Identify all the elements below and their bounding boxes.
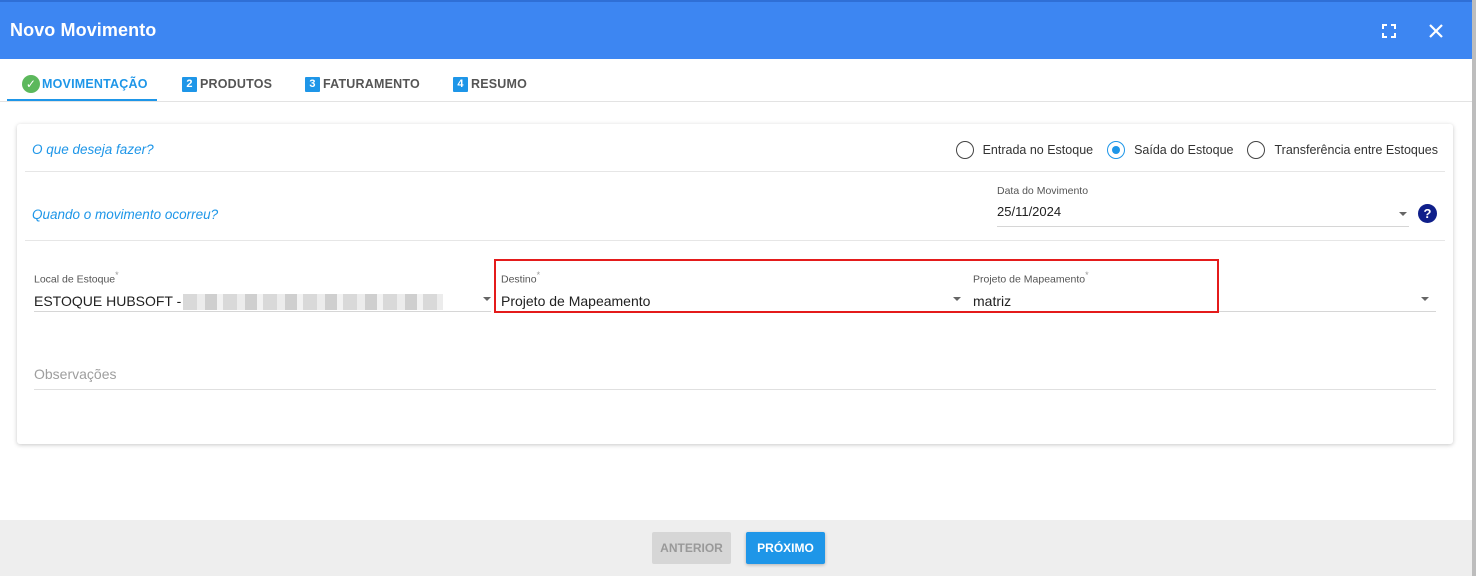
tab-label: PRODUTOS — [200, 77, 273, 91]
field-underline — [34, 389, 1436, 390]
local-estoque-label: Local de Estoque* — [34, 270, 491, 286]
tab-label: FATURAMENTO — [323, 77, 420, 91]
observacoes-field[interactable]: Observações — [34, 366, 1436, 390]
local-estoque-label-text: Local de Estoque — [34, 273, 116, 286]
radio-circle-icon — [1247, 141, 1266, 159]
radio-transferencia[interactable]: Transferência entre Estoques — [1247, 141, 1438, 159]
local-estoque-select[interactable]: Local de Estoque* ESTOQUE HUBSOFT - — [34, 270, 491, 312]
dialog-footer: ANTERIOR PRÓXIMO — [0, 520, 1472, 576]
date-label: Data do Movimento — [997, 185, 1089, 197]
field-underline — [997, 226, 1409, 227]
divider — [25, 240, 1445, 241]
tab-label: RESUMO — [471, 77, 528, 91]
help-icon[interactable]: ? — [1418, 204, 1437, 223]
scrollbar-track — [1472, 0, 1476, 576]
radio-entrada[interactable]: Entrada no Estoque — [955, 141, 1094, 159]
redacted-text — [183, 293, 444, 310]
tab-label: MOVIMENTAÇÃO — [42, 77, 148, 91]
radio-selected-icon — [1107, 141, 1126, 159]
movement-type-radio-group: Entrada no Estoque Saída do Estoque Tran… — [942, 141, 1438, 159]
required-mark: * — [115, 270, 119, 280]
active-tab-indicator — [7, 99, 157, 101]
tab-movimentacao[interactable]: ✓ MOVIMENTAÇÃO — [22, 73, 148, 95]
step-number: 3 — [305, 76, 320, 92]
close-icon[interactable] — [1423, 18, 1449, 44]
check-circle-icon: ✓ — [22, 75, 40, 93]
dialog-title: Novo Movimento — [10, 20, 157, 40]
step-number: 2 — [182, 76, 197, 92]
radio-saida[interactable]: Saída do Estoque — [1107, 141, 1233, 159]
chevron-down-icon — [483, 297, 491, 301]
fullscreen-icon[interactable] — [1376, 18, 1402, 44]
observacoes-placeholder: Observações — [34, 366, 117, 382]
tab-faturamento[interactable]: 3 FATURAMENTO — [305, 73, 420, 95]
step-number: 4 — [453, 76, 468, 92]
date-field[interactable]: Data do Movimento 25/11/2024 — [997, 185, 1409, 227]
radio-label: Transferência entre Estoques — [1274, 143, 1438, 157]
tab-resumo[interactable]: 4 RESUMO — [453, 73, 527, 95]
next-button[interactable]: PRÓXIMO — [746, 532, 825, 564]
field-underline — [34, 311, 491, 312]
chevron-down-icon — [1399, 212, 1407, 216]
dialog-header: Novo Movimento — [0, 0, 1476, 59]
wizard-tabs: ✓ MOVIMENTAÇÃO 2 PRODUTOS 3 FATURAMENTO … — [0, 59, 1472, 102]
question-what: O que deseja fazer? — [32, 142, 154, 157]
question-when: Quando o movimento ocorreu? — [32, 207, 219, 222]
date-value: 25/11/2024 — [997, 204, 1062, 219]
chevron-down-icon — [1421, 297, 1429, 301]
divider — [25, 171, 1445, 172]
highlight-box — [494, 259, 1219, 313]
radio-label: Entrada no Estoque — [982, 143, 1094, 157]
tab-produtos[interactable]: 2 PRODUTOS — [182, 73, 272, 95]
previous-button[interactable]: ANTERIOR — [652, 532, 731, 564]
radio-label: Saída do Estoque — [1134, 143, 1234, 157]
local-estoque-value: ESTOQUE HUBSOFT - — [34, 292, 182, 309]
local-estoque-value-wrap: ESTOQUE HUBSOFT - — [34, 293, 491, 310]
radio-circle-icon — [955, 141, 974, 159]
